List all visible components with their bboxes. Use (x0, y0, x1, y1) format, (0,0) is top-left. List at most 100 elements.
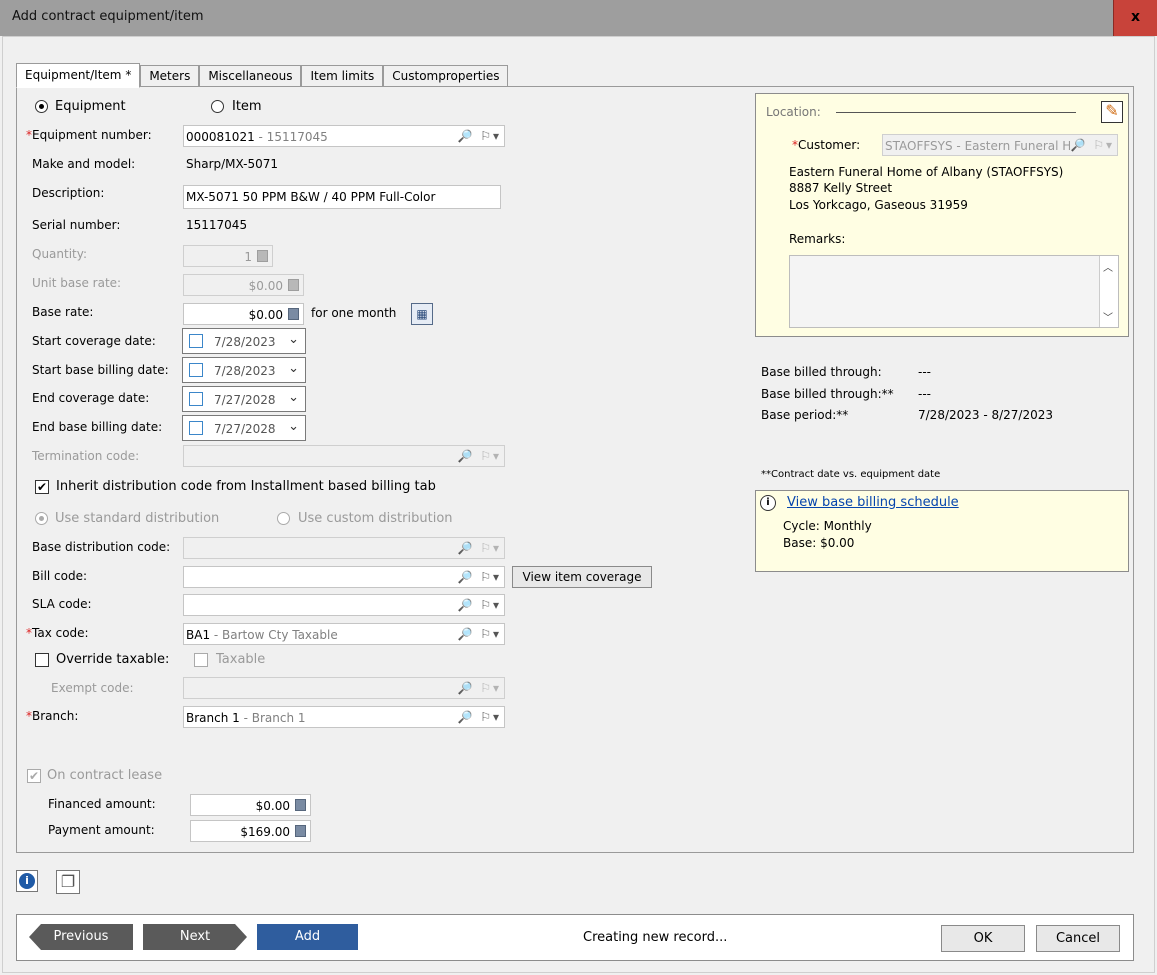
flag-menu-icon: ⚐▾ (480, 449, 501, 463)
flag-menu-icon[interactable]: ⚐▾ (480, 627, 501, 641)
bill-code-field[interactable]: 🔎 ⚐▾ (183, 566, 505, 588)
calculator-icon (257, 250, 268, 262)
tab-miscellaneous[interactable]: Miscellaneous (199, 65, 302, 87)
location-header: Location: (766, 105, 821, 119)
end-base-billing-date-picker[interactable]: 7/27/2028 ⌄ (182, 415, 306, 441)
remarks-label: Remarks: (789, 232, 846, 246)
search-icon: 🔎 (457, 449, 475, 463)
remarks-scrollbar[interactable]: ︿ ﹀ (1099, 256, 1118, 327)
tab-custom-properties[interactable]: Customproperties (383, 65, 509, 87)
customer-label: *Customer: (792, 138, 861, 152)
custom-distribution-label: Use custom distribution (298, 511, 453, 526)
start-base-billing-checkbox[interactable] (189, 363, 203, 377)
calendar-icon: ▦ (416, 307, 428, 321)
scroll-down-icon[interactable]: ﹀ (1103, 309, 1113, 324)
branch-field[interactable]: Branch 1 - Branch 1 🔎 ⚐▾ (183, 706, 505, 728)
equipment-radio[interactable] (35, 100, 48, 113)
equipment-number-field[interactable]: 000081021 - 15117045 🔎 ⚐▾ (183, 125, 505, 147)
title-bar: Add contract equipment/item x (0, 0, 1157, 36)
branch-value: Branch 1 (186, 711, 240, 725)
quantity-label: Quantity: (32, 247, 88, 261)
info-icon: i (19, 873, 35, 889)
search-icon[interactable]: 🔎 (457, 598, 474, 612)
override-taxable-label: Override taxable: (56, 652, 170, 667)
base-billed-through-value: --- (918, 365, 931, 379)
tab-item-limits[interactable]: Item limits (301, 65, 384, 87)
tab-strip: Equipment/Item * Meters Miscellaneous It… (16, 63, 509, 88)
flag-menu-icon[interactable]: ⚐▾ (480, 129, 501, 143)
end-coverage-checkbox[interactable] (189, 392, 203, 406)
inherit-distribution-label: Inherit distribution code from Installme… (56, 479, 436, 494)
billing-schedule-panel: i View base billing schedule Cycle: Mont… (755, 490, 1129, 572)
start-base-billing-date-picker[interactable]: 7/28/2023 ⌄ (182, 357, 306, 383)
flag-menu-icon[interactable]: ⚐▾ (480, 598, 501, 612)
sla-code-label: SLA code: (32, 597, 92, 611)
for-one-month-label: for one month (311, 306, 397, 320)
override-taxable-checkbox[interactable] (35, 653, 49, 667)
edit-location-button[interactable]: ✎ (1101, 101, 1123, 123)
search-icon: 🔎 (1070, 138, 1088, 152)
chevron-down-icon[interactable]: ⌄ (288, 419, 299, 434)
tax-code-field[interactable]: BA1 - Bartow Cty Taxable 🔎 ⚐▾ (183, 623, 505, 645)
view-base-billing-schedule-link[interactable]: View base billing schedule (787, 495, 959, 510)
unit-base-rate-label: Unit base rate: (32, 276, 122, 290)
base-period-label: Base period:** (761, 408, 849, 422)
quantity-field: 1 (183, 245, 273, 267)
next-button[interactable]: Next (143, 924, 247, 950)
end-coverage-date-picker[interactable]: 7/27/2028 ⌄ (182, 386, 306, 412)
window-title: Add contract equipment/item (12, 9, 204, 24)
calculator-icon[interactable] (288, 308, 299, 320)
flag-menu-icon[interactable]: ⚐▾ (480, 570, 501, 584)
start-coverage-checkbox[interactable] (189, 334, 203, 348)
financed-amount-input[interactable]: $0.00 (190, 794, 311, 816)
calendar-schedule-button[interactable]: ▦ (411, 303, 433, 325)
sla-code-field[interactable]: 🔎 ⚐▾ (183, 594, 505, 616)
tax-code-label: *Tax code: (26, 626, 89, 640)
flag-menu-icon: ⚐▾ (1093, 138, 1114, 152)
ok-button[interactable]: OK (941, 925, 1025, 952)
tab-equipment-item[interactable]: Equipment/Item * (16, 63, 141, 88)
end-coverage-label: End coverage date: (32, 391, 150, 405)
chevron-down-icon[interactable]: ⌄ (288, 332, 299, 347)
search-icon[interactable]: 🔎 (457, 627, 474, 641)
close-button[interactable]: x (1113, 0, 1157, 36)
scroll-up-icon[interactable]: ︿ (1103, 259, 1113, 274)
start-coverage-date-picker[interactable]: 7/28/2023 ⌄ (182, 328, 306, 354)
cancel-button[interactable]: Cancel (1036, 925, 1120, 952)
exempt-code-label: Exempt code: (51, 681, 134, 695)
end-base-billing-checkbox[interactable] (189, 421, 203, 435)
chevron-down-icon[interactable]: ⌄ (288, 361, 299, 376)
termination-code-field: 🔎 ⚐▾ (183, 445, 505, 467)
calculator-icon[interactable] (295, 825, 306, 837)
chevron-down-icon[interactable]: ⌄ (288, 390, 299, 405)
flag-menu-icon[interactable]: ⚐▾ (480, 710, 501, 724)
previous-button[interactable]: Previous (29, 924, 133, 950)
financed-amount-label: Financed amount: (48, 797, 156, 811)
info-button[interactable]: i (16, 870, 38, 892)
address-line-1: Eastern Funeral Home of Albany (STAOFFSY… (789, 165, 1064, 179)
remarks-textarea[interactable]: ︿ ﹀ (789, 255, 1119, 328)
calculator-icon (288, 279, 299, 291)
search-icon[interactable]: 🔎 (457, 710, 474, 724)
base-rate-input[interactable]: $0.00 (183, 303, 304, 325)
item-radio[interactable] (211, 100, 224, 113)
search-icon[interactable]: 🔎 (457, 570, 474, 584)
base-billed-through-label: Base billed through: (761, 365, 882, 379)
start-coverage-label: Start coverage date: (32, 334, 156, 348)
status-text: Creating new record... (583, 930, 728, 945)
view-item-coverage-button[interactable]: View item coverage (512, 566, 652, 588)
base-rate-label: Base rate: (32, 305, 94, 319)
calculator-icon[interactable] (295, 799, 306, 811)
description-input[interactable]: MX-5071 50 PPM B&W / 40 PPM Full-Color (183, 185, 501, 209)
add-button[interactable]: Add (257, 924, 358, 950)
search-icon[interactable]: 🔎 (457, 129, 474, 143)
footnote: **Contract date vs. equipment date (761, 469, 941, 480)
exempt-code-field: 🔎 ⚐▾ (183, 677, 505, 699)
copy-button[interactable]: ❐ (56, 870, 80, 894)
payment-amount-input[interactable]: $169.00 (190, 820, 311, 842)
serial-number-value: 15117045 (186, 218, 248, 232)
search-icon: 🔎 (457, 681, 475, 695)
inherit-distribution-checkbox[interactable]: ✔ (35, 480, 49, 494)
tab-meters[interactable]: Meters (140, 65, 200, 87)
financed-amount-value: $0.00 (255, 799, 290, 813)
